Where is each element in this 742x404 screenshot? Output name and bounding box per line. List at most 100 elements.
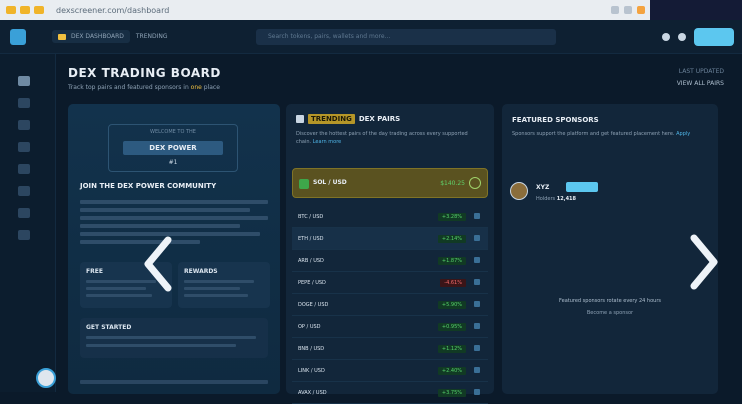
favorite-icon[interactable] — [469, 177, 481, 189]
avatar[interactable] — [36, 368, 56, 388]
learn-more-link[interactable]: Learn more — [313, 139, 342, 145]
pair-row[interactable]: BNB / USD +1.12% — [292, 338, 488, 360]
pair-name: BTC / USD — [298, 214, 324, 220]
panel-description: Discover the hottest pairs of the day tr… — [296, 130, 482, 146]
chart-icon[interactable] — [474, 367, 480, 373]
chevron-left-icon — [144, 236, 172, 292]
apply-link[interactable]: Apply — [676, 131, 690, 137]
hero-subtitle: #1 — [168, 159, 178, 166]
chart-icon[interactable] — [474, 257, 480, 263]
card-title: GET STARTED — [86, 324, 132, 331]
heading-highlight: TRENDING — [308, 114, 355, 124]
pair-change: +5.90% — [437, 301, 466, 309]
browser-dot[interactable] — [20, 6, 30, 14]
rotation-note: Featured sponsors rotate every 24 hours — [559, 298, 661, 304]
pair-row[interactable]: DOGE / USD +5.90% — [292, 294, 488, 316]
text-line — [80, 216, 268, 220]
text-line — [80, 380, 268, 384]
text-line — [184, 280, 254, 283]
tab-label: DEX DASHBOARD — [71, 33, 124, 40]
sidebar-item[interactable] — [18, 208, 30, 218]
flag-icon — [58, 33, 66, 40]
profile-icon[interactable] — [637, 6, 645, 14]
info-card-rewards[interactable]: REWARDS — [178, 262, 270, 308]
chart-icon[interactable] — [474, 389, 480, 395]
trending-panel: TRENDING DEX PAIRS Discover the hottest … — [286, 104, 494, 404]
pair-change: +2.40% — [437, 367, 466, 375]
top-navigation: DEX DASHBOARD TRENDING Search tokens, pa… — [0, 20, 742, 54]
text-line — [80, 200, 268, 204]
pair-name: AVAX / USD — [298, 390, 327, 396]
text-line — [86, 336, 256, 339]
chart-icon[interactable] — [474, 213, 480, 219]
pair-change: -4.61% — [440, 279, 466, 287]
settings-icon[interactable] — [678, 33, 686, 41]
pair-row[interactable]: AVAX / USD +3.75% — [292, 382, 488, 404]
pair-name: ETH / USD — [298, 236, 324, 242]
text-line — [184, 294, 248, 297]
page-title: DEX TRADING BOARD — [68, 66, 221, 80]
tab-dashboard[interactable]: DEX DASHBOARD — [52, 30, 130, 43]
page-subtitle: Track top pairs and featured sponsors in… — [68, 84, 220, 91]
chart-icon[interactable] — [474, 323, 480, 329]
pair-change: +1.87% — [437, 257, 466, 265]
pair-row[interactable]: BTC / USD +3.28% — [292, 206, 488, 228]
window-region — [650, 0, 742, 20]
text-line — [80, 208, 250, 212]
stats-label: Holders — [536, 196, 556, 202]
featured-pair-row[interactable]: SOL / USD $140.25 — [292, 168, 488, 198]
sidebar-item[interactable] — [18, 186, 30, 196]
hero-caption: WELCOME TO THE — [150, 129, 196, 135]
sponsor-card[interactable]: XYZ Holders 12,418 — [510, 176, 710, 216]
heading-text: DEX PAIRS — [358, 115, 401, 123]
chart-icon[interactable] — [474, 345, 480, 351]
carousel-next-button[interactable] — [686, 232, 722, 292]
browser-dot[interactable] — [6, 6, 16, 14]
search-input[interactable]: Search tokens, pairs, wallets and more..… — [256, 29, 556, 45]
pair-name: SOL / USD — [313, 179, 347, 186]
chart-icon[interactable] — [474, 301, 480, 307]
pair-change: +3.28% — [437, 213, 466, 221]
notification-icon[interactable] — [662, 33, 670, 41]
pair-name: DOGE / USD — [298, 302, 329, 308]
sidebar-item[interactable] — [18, 98, 30, 108]
sidebar-item[interactable] — [18, 230, 30, 240]
sidebar-item[interactable] — [18, 164, 30, 174]
browser-dot[interactable] — [34, 6, 44, 14]
text-line — [86, 344, 236, 347]
pair-row[interactable]: ARB / USD +1.87% — [292, 250, 488, 272]
carousel-prev-button[interactable] — [140, 234, 176, 294]
pair-row[interactable]: OP / USD +0.95% — [292, 316, 488, 338]
extension-icon[interactable] — [611, 6, 619, 14]
stats-value: 12,418 — [556, 196, 577, 202]
sponsor-name: XYZ — [536, 184, 550, 191]
pair-row[interactable]: ETH / USD +2.14% — [292, 228, 488, 250]
tab-trending[interactable]: TRENDING — [130, 30, 174, 43]
become-sponsor-link[interactable]: Become a sponsor — [502, 310, 718, 316]
connect-button[interactable] — [694, 28, 734, 46]
extension-icon[interactable] — [624, 6, 632, 14]
sidebar-item[interactable] — [18, 142, 30, 152]
text-line — [184, 287, 240, 290]
text-line — [86, 287, 146, 290]
tab-label: TRENDING — [135, 33, 168, 40]
address-bar[interactable]: dexscreener.com/dashboard — [56, 6, 605, 15]
chain-badge-icon — [299, 179, 309, 189]
sidebar-item[interactable] — [18, 120, 30, 130]
get-started-card[interactable]: GET STARTED — [80, 318, 268, 358]
text-line — [86, 294, 152, 297]
view-all-link[interactable]: VIEW ALL PAIRS — [677, 80, 724, 87]
chart-icon[interactable] — [474, 279, 480, 285]
pair-name: OP / USD — [298, 324, 321, 330]
subtitle-text: Track top pairs and featured sponsors in — [68, 84, 189, 91]
sponsor-tag — [566, 182, 598, 192]
hero-title: DEX POWER — [123, 141, 223, 155]
pair-row[interactable]: LINK / USD +2.40% — [292, 360, 488, 382]
sponsor-stats: Holders 12,418 — [536, 196, 576, 202]
pair-price: $140.25 — [440, 180, 465, 187]
pair-row[interactable]: PEPE / USD -4.61% — [292, 272, 488, 294]
app-logo[interactable] — [10, 28, 26, 45]
chart-icon[interactable] — [474, 235, 480, 241]
sidebar-item-dashboard[interactable] — [18, 76, 30, 86]
info-card-title: FREE — [86, 268, 103, 275]
